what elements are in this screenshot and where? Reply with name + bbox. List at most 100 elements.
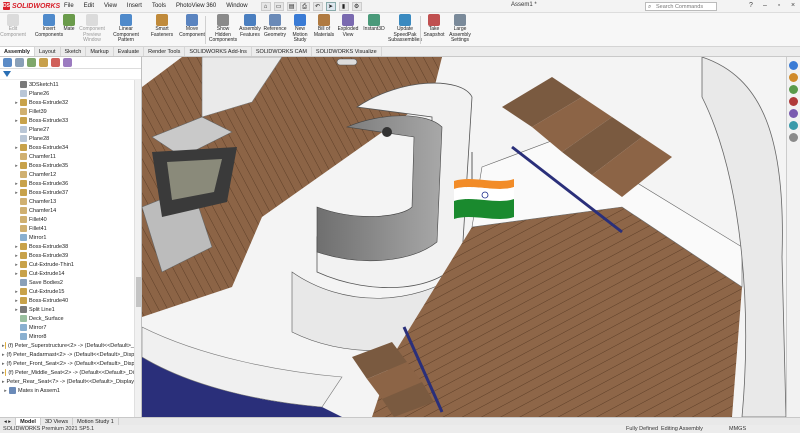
ribbon-button-mate[interactable]: Mate <box>60 14 78 33</box>
expand-arrow-icon[interactable]: ▸ <box>13 271 20 277</box>
menu-file[interactable]: File <box>59 3 79 9</box>
tab-render-tools[interactable]: Render Tools <box>144 47 186 56</box>
tree-feature-row[interactable]: Fillet40 <box>0 215 134 224</box>
display-manager-icon[interactable] <box>51 58 60 67</box>
property-manager-icon[interactable] <box>15 58 24 67</box>
expand-arrow-icon[interactable]: ▸ <box>13 253 20 259</box>
tree-feature-row[interactable]: ▸ Boss-Extrude35 <box>0 161 134 170</box>
ribbon-button-linear-component-pattern[interactable]: Linear Component Pattern <box>106 14 146 44</box>
tree-component-row[interactable]: ▸ Peter_Rear_Seat<7> -> (Default<<Default… <box>0 377 134 386</box>
configuration-manager-icon[interactable] <box>27 58 36 67</box>
tree-filter[interactable] <box>0 69 141 80</box>
tree-feature-row[interactable]: 3DSketch11 <box>0 80 134 89</box>
tree-scrollbar-thumb[interactable] <box>136 277 141 307</box>
ribbon-button-assembly-features[interactable]: Assembly Features <box>238 14 262 38</box>
tree-feature-row[interactable]: ▸ Split Line1 <box>0 305 134 314</box>
cam-icon[interactable] <box>63 58 72 67</box>
expand-arrow-icon[interactable]: ▸ <box>13 118 20 124</box>
expand-arrow-icon[interactable]: ▸ <box>2 388 9 394</box>
tree-feature-row[interactable]: Mirror1 <box>0 233 134 242</box>
file-explorer-icon[interactable] <box>789 85 798 94</box>
expand-arrow-icon[interactable]: ▸ <box>13 307 20 313</box>
tree-feature-row[interactable]: Chamfer11 <box>0 152 134 161</box>
tree-feature-row[interactable]: Plane26 <box>0 89 134 98</box>
design-library-icon[interactable] <box>789 73 798 82</box>
tree-feature-row[interactable]: ▸ Cut-Extrude-Thin1 <box>0 260 134 269</box>
tab-solidworks-visualize[interactable]: SOLIDWORKS Visualize <box>312 47 382 56</box>
ribbon-button-take-snapshot[interactable]: Take Snapshot <box>423 14 445 38</box>
ribbon-button-update-speedpak-subassemblies[interactable]: Update SpeedPak Subassemblies <box>388 14 422 44</box>
ribbon-button-new-motion-study[interactable]: New Motion Study <box>289 14 311 44</box>
tab-solidworks-cam[interactable]: SOLIDWORKS CAM <box>252 47 312 56</box>
ribbon-button-smart-fasteners[interactable]: Smart Fasteners <box>148 14 176 38</box>
tree-feature-row[interactable]: Save Bodies2 <box>0 278 134 287</box>
tree-feature-row[interactable]: ▸ Boss-Extrude32 <box>0 98 134 107</box>
ribbon-button-edit-component[interactable]: Edit Component <box>0 14 26 38</box>
tab-markup[interactable]: Markup <box>86 47 114 56</box>
expand-arrow-icon[interactable]: ▸ <box>13 190 20 196</box>
tree-feature-row[interactable]: Chamfer14 <box>0 206 134 215</box>
tab-evaluate[interactable]: Evaluate <box>114 47 145 56</box>
tab-assembly[interactable]: Assembly <box>0 47 35 56</box>
ribbon-button-move-component[interactable]: Move Component <box>177 14 207 38</box>
tree-feature-row[interactable]: Deck_Surface <box>0 314 134 323</box>
minimize-button[interactable]: – <box>758 0 772 13</box>
view-palette-icon[interactable] <box>789 97 798 106</box>
tree-feature-row[interactable]: Fillet41 <box>0 224 134 233</box>
tree-feature-row[interactable]: ▸ Boss-Extrude39 <box>0 251 134 260</box>
new-document-icon[interactable]: ▭ <box>273 1 284 11</box>
expand-arrow-icon[interactable]: ▸ <box>13 100 20 106</box>
tab-solidworks-add-ins[interactable]: SOLIDWORKS Add-Ins <box>185 47 252 56</box>
expand-arrow-icon[interactable]: ▸ <box>2 379 5 385</box>
expand-arrow-icon[interactable]: ▸ <box>13 145 20 151</box>
tree-feature-row[interactable]: ▸ Boss-Extrude33 <box>0 116 134 125</box>
menu-photoview-360[interactable]: PhotoView 360 <box>171 3 221 9</box>
tree-feature-row[interactable]: Chamfer13 <box>0 197 134 206</box>
tree-feature-row[interactable]: ▸ Boss-Extrude36 <box>0 179 134 188</box>
ribbon-button-component-preview-window[interactable]: Component Preview Window <box>79 14 105 44</box>
tree-scrollbar[interactable] <box>134 80 141 417</box>
undo-icon[interactable]: ↶ <box>312 1 323 11</box>
tree-feature-row[interactable]: Fillet39 <box>0 107 134 116</box>
ribbon-button-exploded-view[interactable]: Exploded View <box>335 14 361 38</box>
options-gear-icon[interactable]: ⚙ <box>351 1 362 11</box>
tree-feature-row[interactable]: Plane27 <box>0 125 134 134</box>
ribbon-button-bill-of-materials[interactable]: Bill of Materials <box>313 14 335 38</box>
tree-feature-row[interactable]: ▸ Boss-Extrude40 <box>0 296 134 305</box>
tree-feature-row[interactable]: ▸ Boss-Extrude37 <box>0 188 134 197</box>
tree-component-row[interactable]: ▸ Mates in Assem1 <box>0 386 134 395</box>
expand-arrow-icon[interactable]: ▸ <box>13 163 20 169</box>
dimxpert-icon[interactable] <box>39 58 48 67</box>
tab-layout[interactable]: Layout <box>35 47 61 56</box>
appearances-icon[interactable] <box>789 109 798 118</box>
tree-feature-row[interactable]: ▸ Boss-Extrude34 <box>0 143 134 152</box>
tree-feature-row[interactable]: ▸ Cut-Extrude14 <box>0 269 134 278</box>
feature-tree-icon[interactable] <box>3 58 12 67</box>
menu-tools[interactable]: Tools <box>147 3 171 9</box>
close-button[interactable]: × <box>786 0 800 13</box>
select-pointer-icon[interactable]: ➤ <box>325 1 336 11</box>
ribbon-button-instant3d[interactable]: Instant3D <box>362 14 386 33</box>
tree-feature-row[interactable]: Mirror8 <box>0 332 134 341</box>
rebuild-icon[interactable]: ▮ <box>338 1 349 11</box>
expand-arrow-icon[interactable]: ▸ <box>13 298 20 304</box>
menu-edit[interactable]: Edit <box>79 3 99 9</box>
print-icon[interactable]: ⎙ <box>299 1 310 11</box>
resources-icon[interactable] <box>789 61 798 70</box>
tab-sketch[interactable]: Sketch <box>61 47 87 56</box>
expand-arrow-icon[interactable]: ▸ <box>13 289 20 295</box>
tree-feature-row[interactable]: Mirror7 <box>0 323 134 332</box>
filter-icon[interactable] <box>3 71 11 77</box>
expand-arrow-icon[interactable]: ▸ <box>13 262 20 268</box>
open-folder-icon[interactable]: ▤ <box>286 1 297 11</box>
expand-arrow-icon[interactable]: ▸ <box>13 244 20 250</box>
forum-icon[interactable] <box>789 133 798 142</box>
graphics-viewport[interactable] <box>142 57 786 417</box>
ribbon-button-show-hidden-components[interactable]: Show Hidden Components <box>209 14 237 44</box>
tree-component-row[interactable]: ▸ (f) Peter_Radarmast<2> -> (Default<<Def… <box>0 350 134 359</box>
menu-insert[interactable]: Insert <box>122 3 147 9</box>
custom-properties-icon[interactable] <box>789 121 798 130</box>
tree-component-row[interactable]: ▸ (f) Peter_Superstructure<2> -> (Default… <box>0 341 134 350</box>
tree-feature-row[interactable]: ▸ Cut-Extrude15 <box>0 287 134 296</box>
ribbon-button-large-assembly-settings[interactable]: Large Assembly Settings <box>446 14 474 44</box>
